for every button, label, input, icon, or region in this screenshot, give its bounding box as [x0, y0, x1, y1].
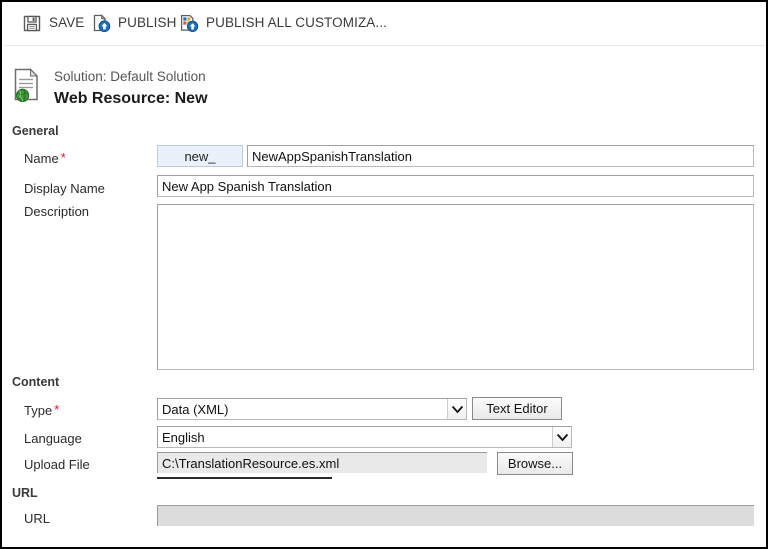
publish-button[interactable]: PUBLISH — [91, 10, 176, 36]
browse-button[interactable]: Browse... — [497, 452, 573, 475]
type-required-asterisk: * — [54, 402, 60, 417]
name-input[interactable] — [247, 145, 754, 167]
display-name-label: Display Name — [24, 181, 105, 196]
section-heading-general: General — [12, 124, 59, 138]
save-button[interactable]: SAVE — [22, 10, 84, 36]
type-label: Type * — [24, 402, 60, 418]
description-label: Description — [24, 204, 90, 219]
publish-all-customizations-icon — [179, 13, 199, 33]
publish-icon — [91, 13, 111, 33]
upload-file-label: Upload File — [24, 457, 90, 472]
command-bar: SAVE PUBLISH PUBLISH ALL CUSTOMIZA... — [4, 2, 766, 44]
name-required-asterisk: * — [60, 150, 66, 165]
url-label: URL — [24, 511, 51, 526]
page-title: Web Resource: New — [54, 90, 208, 107]
name-label: Name * — [24, 150, 66, 166]
save-icon — [22, 13, 42, 33]
upload-file-input[interactable] — [157, 452, 487, 473]
language-label: Language — [24, 431, 82, 446]
description-input[interactable] — [157, 204, 754, 370]
type-dropdown[interactable]: Data (XML) — [157, 398, 467, 420]
chevron-down-icon[interactable] — [447, 399, 466, 419]
type-dropdown-value: Data (XML) — [162, 401, 229, 417]
text-editor-button[interactable]: Text Editor — [472, 397, 562, 420]
name-prefix: new_ — [157, 145, 243, 167]
display-name-input[interactable] — [157, 175, 754, 197]
web-resource-globe-icon — [12, 67, 44, 103]
solution-breadcrumb: Solution: Default Solution — [54, 69, 206, 84]
save-button-label: SAVE — [49, 15, 85, 31]
upload-file-underline — [157, 477, 332, 479]
url-input[interactable] — [157, 505, 754, 526]
command-bar-divider — [4, 45, 766, 46]
page-header: Solution: Default Solution Web Resource:… — [12, 60, 612, 112]
web-resource-form-window: SAVE PUBLISH PUBLISH ALL CUSTOMIZA... So… — [0, 0, 768, 549]
language-dropdown-value: English — [162, 429, 205, 445]
type-label-text: Type — [24, 403, 53, 418]
publish-all-customizations-button-label: PUBLISH ALL CUSTOMIZA... — [206, 15, 387, 31]
publish-button-label: PUBLISH — [118, 15, 177, 31]
section-heading-content: Content — [12, 375, 60, 389]
language-dropdown[interactable]: English — [157, 426, 572, 448]
chevron-down-icon[interactable] — [552, 427, 571, 447]
section-heading-url: URL — [12, 486, 38, 500]
name-label-text: Name — [24, 151, 59, 166]
publish-all-customizations-button[interactable]: PUBLISH ALL CUSTOMIZA... — [179, 10, 387, 36]
